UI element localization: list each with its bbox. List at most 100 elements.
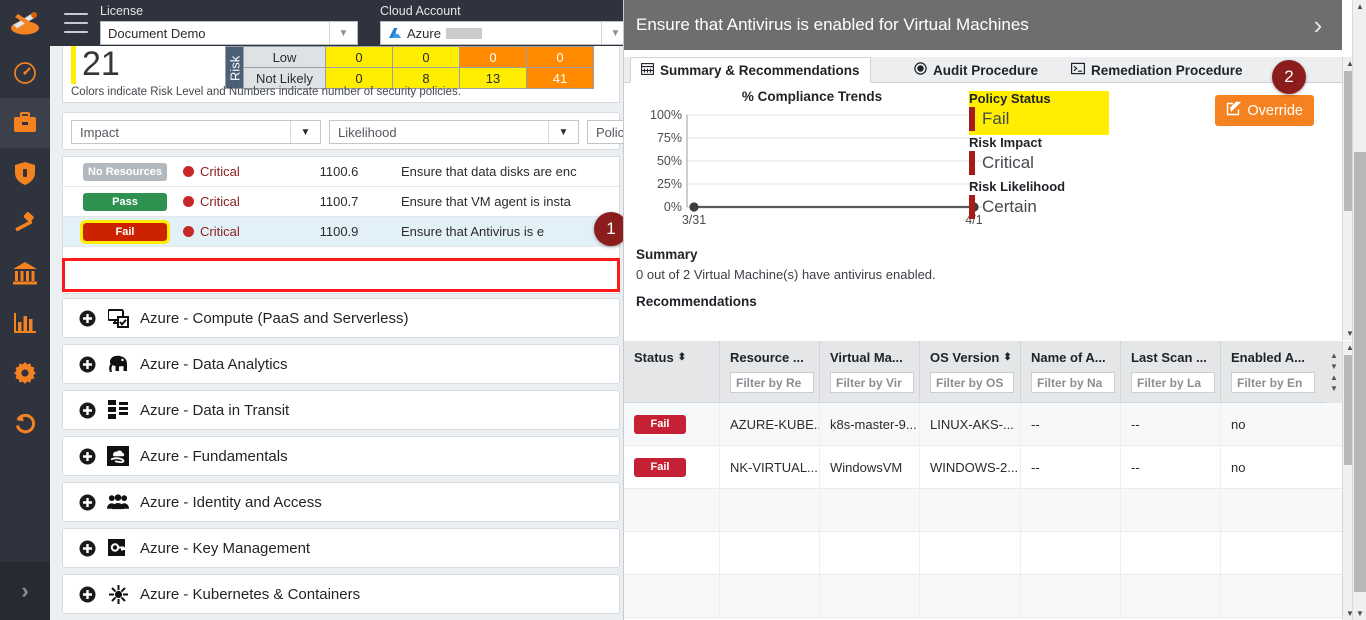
accordion-item-data-analytics[interactable]: Azure - Data Analytics xyxy=(62,344,620,384)
sort-icon[interactable]: ⬍ xyxy=(1003,352,1011,363)
filter-impact-select[interactable]: Impact ▼ xyxy=(71,120,321,144)
column-label: Name of A... xyxy=(1031,350,1106,365)
table-row[interactable]: Pass Critical 1100.7 Ensure that VM agen… xyxy=(63,187,619,217)
cell-empty xyxy=(820,488,920,532)
column-last-scan[interactable]: Last Scan ... Filter by La xyxy=(1121,341,1221,402)
sidebar-item-portfolio[interactable] xyxy=(0,98,50,148)
accordion-item-compute[interactable]: Azure - Compute (PaaS and Serverless) xyxy=(62,298,620,338)
table-row[interactable]: Fail AZURE-KUBE... k8s-master-9... LINUX… xyxy=(624,402,1342,446)
status-badge: Fail xyxy=(634,457,686,477)
accordion-label: Azure - Compute (PaaS and Serverless) xyxy=(140,309,409,327)
plus-circle-icon[interactable] xyxy=(79,402,96,419)
sidebar-item-history[interactable] xyxy=(0,398,50,448)
spinner-up-icon-2[interactable]: ▲ xyxy=(1330,373,1338,382)
grid-header-row: Status ⬍ Resource ... Filter by Re Virtua… xyxy=(624,341,1342,403)
detail-panel-content: % Compliance Trends 100% 75% 50% 25% 0% xyxy=(624,83,1342,340)
filter-enabled-input[interactable]: Filter by En xyxy=(1231,372,1315,393)
page-scrollbar[interactable]: ▲ ▼ xyxy=(1352,0,1366,620)
matrix-cell[interactable]: 0 xyxy=(526,46,594,68)
table-row[interactable]: Fail NK-VIRTUAL... WindowsVM WINDOWS-2..… xyxy=(624,445,1342,489)
filter-policy-select[interactable]: Polic xyxy=(587,120,623,144)
column-os-version[interactable]: OS Version ⬍ Filter by OS xyxy=(920,341,1021,402)
accordion-item-key-management[interactable]: Azure - Key Management xyxy=(62,528,620,568)
spinner-up-icon[interactable]: ▲ xyxy=(1330,351,1338,360)
left-content-panel: 21 Risk Low 0 0 0 0 Not Likely 0 8 13 41 xyxy=(50,46,623,620)
sidebar-item-settings[interactable] xyxy=(0,348,50,398)
column-enabled-antivirus[interactable]: Enabled A... Filter by En xyxy=(1221,341,1326,402)
target-icon xyxy=(914,62,927,78)
tab-summary-recommendations[interactable]: Summary & Recommendations xyxy=(630,57,871,83)
cell-status: Fail xyxy=(624,402,720,446)
column-virtual-machine[interactable]: Virtual Ma... Filter by Vir xyxy=(820,341,920,402)
risk-likelihood-block: Risk Likelihood Certain xyxy=(969,179,1189,219)
edit-pencil-icon xyxy=(1226,101,1242,120)
tab-audit-procedure[interactable]: Audit Procedure xyxy=(904,57,1048,83)
category-accordion-list: Azure - Compute (PaaS and Serverless) Az… xyxy=(62,298,620,620)
filter-resource-input[interactable]: Filter by Re xyxy=(730,372,814,393)
cell-empty xyxy=(624,531,720,575)
accordion-item-kubernetes[interactable]: Azure - Kubernetes & Containers xyxy=(62,574,620,614)
override-button[interactable]: Override xyxy=(1215,95,1314,126)
filter-vm-input[interactable]: Filter by Vir xyxy=(830,372,914,393)
scroll-up-arrow-icon[interactable]: ▲ xyxy=(1353,0,1366,13)
page-scroll-thumb[interactable] xyxy=(1354,152,1366,592)
accordion-item-identity-access[interactable]: Azure - Identity and Access xyxy=(62,482,620,522)
plus-circle-icon[interactable] xyxy=(79,356,96,373)
sidebar-item-compliance[interactable] xyxy=(0,248,50,298)
table-row-empty xyxy=(624,574,1342,618)
cloud-account-select[interactable]: Azure ▼ xyxy=(380,21,630,45)
sidebar-item-governance[interactable] xyxy=(0,198,50,248)
table-row[interactable]: No Resources Critical 1100.6 Ensure that… xyxy=(63,157,619,187)
rail-expand-glyph: › xyxy=(21,578,29,603)
scroll-down-arrow-icon[interactable]: ▼ xyxy=(1353,607,1366,620)
table-row-selected[interactable]: Fail Critical 1100.9 Ensure that Antivir… xyxy=(63,217,619,247)
plus-circle-icon[interactable] xyxy=(79,540,96,557)
hamburger-menu-icon[interactable] xyxy=(64,13,88,33)
panel-collapse-chevron-icon[interactable]: › xyxy=(1294,10,1342,41)
x-tick-label: 3/31 xyxy=(682,213,706,227)
plus-circle-icon[interactable] xyxy=(79,494,96,511)
matrix-cell[interactable]: 0 xyxy=(459,46,527,68)
column-status[interactable]: Status ⬍ xyxy=(624,341,720,402)
cell-empty xyxy=(1121,488,1221,532)
filter-name-input[interactable]: Filter by Na xyxy=(1031,372,1115,393)
accordion-item-fundamentals[interactable]: Azure - Fundamentals xyxy=(62,436,620,476)
override-button-label: Override xyxy=(1247,102,1303,119)
y-tick-label: 25% xyxy=(657,177,682,191)
severity-label: Critical xyxy=(200,194,240,209)
compliance-trend-chart: % Compliance Trends 100% 75% 50% 25% 0% xyxy=(632,85,992,235)
rail-expand-button[interactable]: › xyxy=(0,562,50,620)
risk-impact-label: Risk Impact xyxy=(969,135,1042,150)
sort-icon[interactable]: ⬍ xyxy=(678,352,686,363)
grid-header-spinners[interactable]: ▲ ▼ ▲ ▼ xyxy=(1326,341,1342,403)
accordion-item-data-in-transit[interactable]: Azure - Data in Transit xyxy=(62,390,620,430)
risk-likelihood-value: Certain xyxy=(969,195,1189,219)
spinner-down-icon-2[interactable]: ▼ xyxy=(1330,384,1338,393)
license-select[interactable]: Document Demo ▼ xyxy=(100,21,358,45)
sidebar-item-security[interactable] xyxy=(0,148,50,198)
matrix-cell[interactable]: 0 xyxy=(325,46,393,68)
cell-empty xyxy=(1221,575,1342,618)
tab-remediation-procedure[interactable]: Remediation Procedure xyxy=(1061,57,1253,83)
matrix-cell[interactable]: 13 xyxy=(459,67,527,89)
cloud-account-field: Cloud Account Azure ▼ xyxy=(380,4,630,45)
plus-circle-icon[interactable] xyxy=(79,448,96,465)
accordion-label: Azure - Identity and Access xyxy=(140,493,322,511)
policy-id: 1100.7 xyxy=(319,194,359,209)
matrix-cell[interactable]: 0 xyxy=(392,46,460,68)
sidebar-item-dashboard[interactable] xyxy=(0,48,50,98)
cell-enabled-antivirus: no xyxy=(1231,416,1246,432)
column-name-of-antivirus[interactable]: Name of A... Filter by Na xyxy=(1021,341,1121,402)
matrix-cell[interactable]: 41 xyxy=(526,67,594,89)
plus-circle-icon[interactable] xyxy=(79,310,96,327)
spinner-down-icon[interactable]: ▼ xyxy=(1330,362,1338,371)
filter-impact-label: Impact xyxy=(80,124,120,140)
plus-circle-icon[interactable] xyxy=(79,586,96,603)
matrix-row-label: Low xyxy=(243,46,326,68)
column-resource[interactable]: Resource ... Filter by Re xyxy=(720,341,820,402)
sidebar-item-reports[interactable] xyxy=(0,298,50,348)
filter-likelihood-select[interactable]: Likelihood ▼ xyxy=(329,120,579,144)
cloud-hand-icon xyxy=(107,445,129,467)
filter-lastscan-input[interactable]: Filter by La xyxy=(1131,372,1215,393)
filter-os-input[interactable]: Filter by OS xyxy=(930,372,1014,393)
